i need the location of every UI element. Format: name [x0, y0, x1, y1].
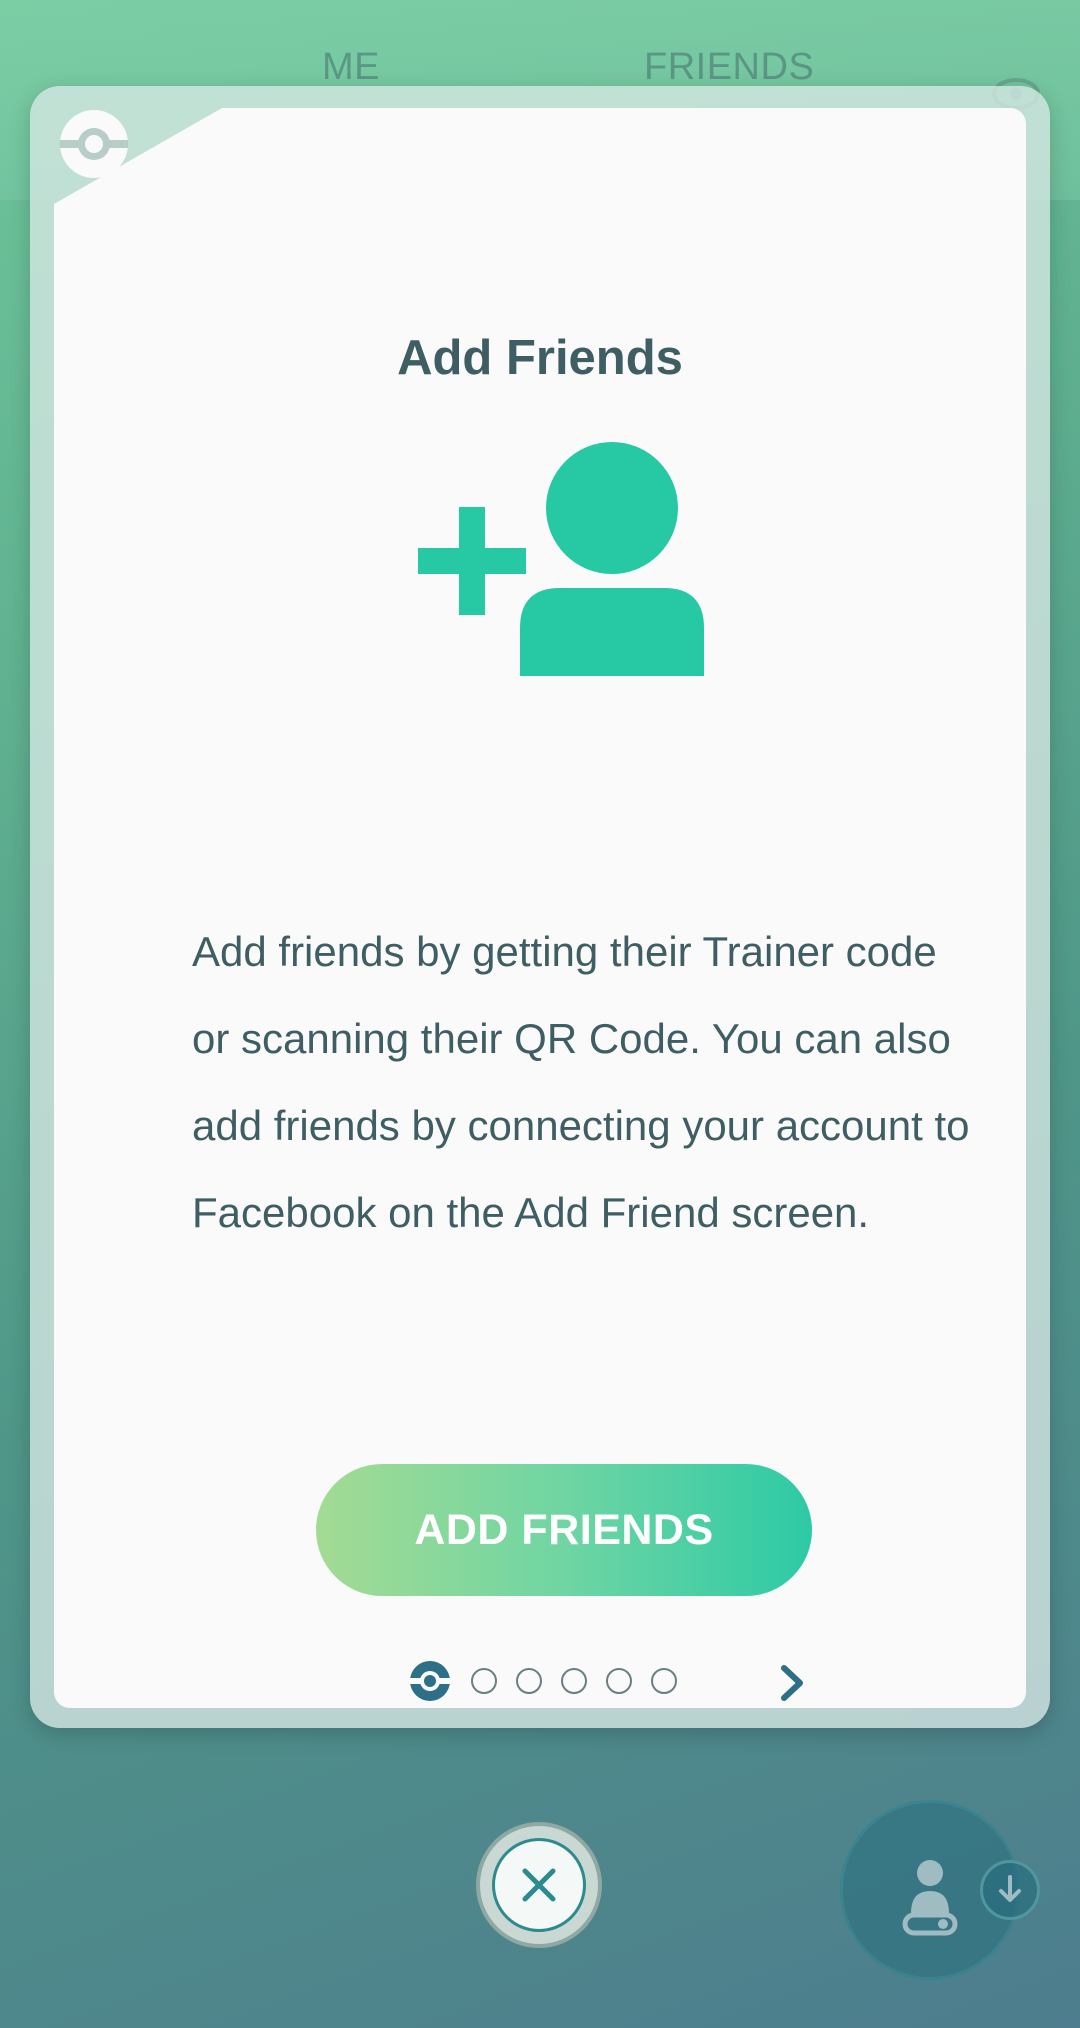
dialog-content: Add Friends Add friends by getting their… [54, 108, 1026, 1708]
close-button-face [492, 1838, 586, 1932]
close-icon [522, 1868, 556, 1902]
add-friends-dialog: Add Friends Add friends by getting their… [30, 86, 1050, 1728]
pager-dot[interactable] [651, 1668, 677, 1694]
download-button[interactable] [980, 1860, 1040, 1920]
add-person-icon [418, 442, 704, 676]
pokeball-badge-icon [60, 110, 128, 178]
page-indicator [408, 1656, 677, 1706]
pager-dot[interactable] [516, 1668, 542, 1694]
download-icon [999, 1875, 1021, 1902]
screen: ME FRIENDS Add Friends Add friends by ge… [0, 0, 1080, 2028]
dialog-title: Add Friends [397, 331, 683, 385]
tab-friends[interactable]: FRIENDS [644, 46, 814, 89]
add-friends-button[interactable]: ADD FRIENDS [316, 1464, 812, 1596]
pager-dot-active-icon [410, 1661, 450, 1701]
pager-dot[interactable] [561, 1668, 587, 1694]
chevron-right-icon[interactable] [772, 1658, 812, 1708]
dialog-description: Add friends by getting their Trainer cod… [192, 928, 970, 1236]
pager-dot[interactable] [471, 1668, 497, 1694]
tab-me[interactable]: ME [322, 46, 380, 89]
pager-dot[interactable] [606, 1668, 632, 1694]
close-button[interactable] [476, 1822, 602, 1948]
